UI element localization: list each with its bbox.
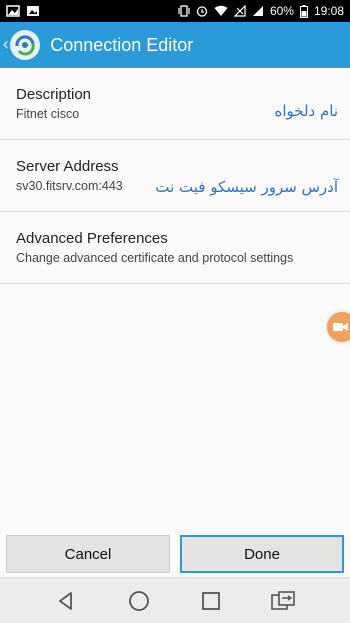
signal-icon [252, 5, 264, 17]
server-address-title: Server Address [16, 158, 119, 175]
cancel-button[interactable]: Cancel [6, 535, 170, 573]
back-chevron-icon[interactable]: ‹ [2, 36, 9, 54]
status-bar: 60% 19:08 [0, 0, 350, 22]
alarm-icon [196, 5, 208, 17]
status-right: 60% 19:08 [178, 4, 344, 18]
advanced-preferences-summary: Change advanced certificate and protocol… [16, 251, 294, 265]
done-button[interactable]: Done [180, 535, 344, 573]
recents-square-icon[interactable] [194, 584, 228, 618]
advanced-preferences-setting[interactable]: Advanced Preferences Change advanced cer… [0, 212, 350, 284]
app-bar: ‹ Connection Editor [0, 22, 350, 68]
description-annotation: نام دلخواه [274, 102, 338, 120]
server-address-setting[interactable]: Server Address sv30.fitsrv.com:443 آدرس … [0, 140, 350, 212]
floating-record-button[interactable] [327, 312, 350, 342]
battery-icon [299, 4, 308, 18]
server-address-annotation: آدرس سرور سیسکو فیت نت [155, 178, 338, 196]
battery-level: 60% [269, 4, 294, 18]
video-camera-icon [333, 318, 349, 337]
wifi-icon [214, 5, 228, 17]
clock: 19:08 [313, 4, 344, 18]
settings-list: Description Fitnet cisco نام دلخواه Serv… [0, 68, 350, 284]
bottom-buttons: Cancel Done [0, 535, 350, 577]
app-logo-icon[interactable] [10, 30, 41, 60]
app-title: Connection Editor [50, 34, 194, 55]
vibrate-icon [178, 5, 190, 17]
nav-bar [0, 577, 350, 623]
description-title: Description [16, 86, 92, 103]
no-signal-icon [233, 5, 246, 17]
status-left [6, 5, 40, 17]
switch-app-icon[interactable] [267, 584, 301, 618]
gallery-icon [26, 5, 40, 17]
home-circle-icon[interactable] [122, 584, 156, 618]
description-setting[interactable]: Description Fitnet cisco نام دلخواه [0, 68, 350, 140]
advanced-preferences-title: Advanced Preferences [16, 230, 168, 247]
image-icon [6, 5, 20, 17]
back-triangle-icon[interactable] [49, 584, 83, 618]
